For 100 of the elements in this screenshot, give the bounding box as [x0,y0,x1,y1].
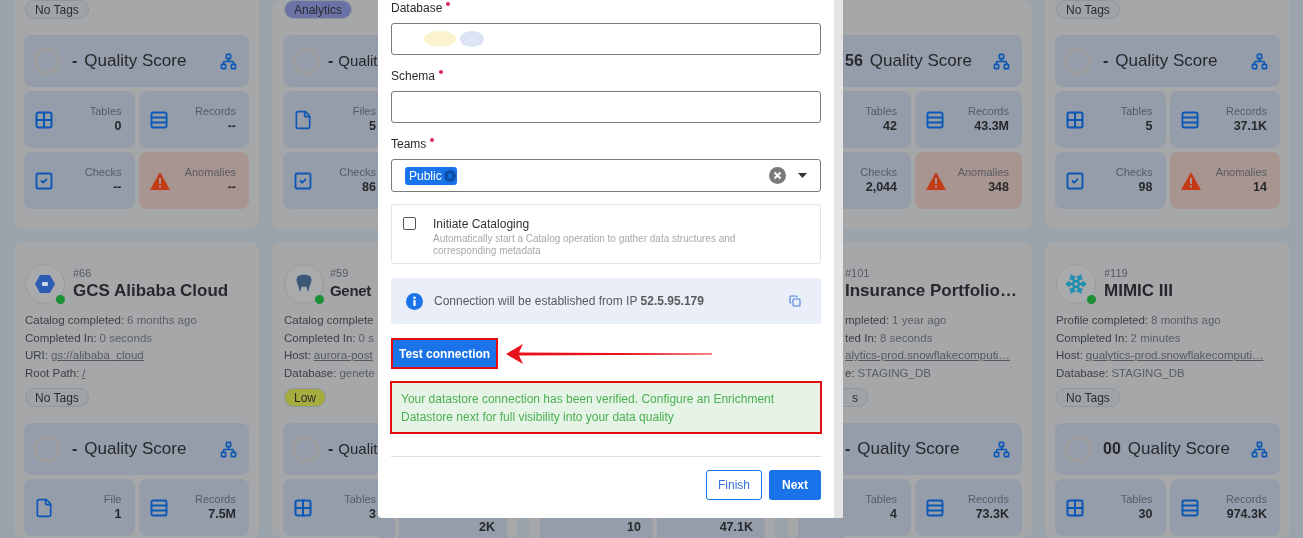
detail-label: e: [845,365,855,381]
stat-label: Files [352,104,376,118]
detail-link[interactable]: alytics-prod.snowflakecomputi… [845,347,1010,365]
stat-label: Anomalies [1215,165,1267,179]
score-value: - [328,439,334,459]
field-label: Teams [391,136,427,153]
datastore-title: Insurance Portfolio… [845,279,1017,302]
score-value: - [72,51,78,71]
field-label: Schema [391,68,436,85]
score-value: 00 [1103,439,1121,459]
stat-value: 3 [369,506,376,523]
rows-icon [1179,497,1200,518]
table-icon [1065,497,1085,518]
tag: No Tags [25,0,89,19]
copy-icon[interactable] [789,295,801,307]
team-chip[interactable]: Public [405,166,457,185]
stat-value: 0 [114,118,122,135]
stat-label: Anomalies [957,165,1009,179]
hierarchy-icon [993,440,1010,458]
table-icon [1065,109,1085,130]
stat-label: Records [968,104,1009,118]
checkbox[interactable] [403,217,416,230]
rows-icon [925,497,945,518]
detail-label: Profile completed: [1056,313,1149,329]
stat-label: Checks [860,165,897,179]
text-field[interactable] [391,91,821,123]
detail-label: Host: [284,348,311,364]
stat-label: Records [195,492,236,506]
test-connection-button[interactable]: Test connection [391,338,499,369]
stat-label: Records [195,104,236,118]
datastore-id: #101 [845,266,871,280]
detail-link[interactable]: / [82,364,86,382]
stat-value: 2,044 [865,179,897,196]
detail-label: URI: [25,348,48,364]
detail-label: mpleted: [845,313,890,329]
caret-icon[interactable] [798,173,807,178]
score-value: - [72,439,78,459]
text-field[interactable] [391,23,821,55]
score-value: 56 [845,51,863,71]
option-title: Initiate Cataloging [433,216,531,232]
detail-value: 0 s [358,330,374,346]
warning-icon [925,170,947,191]
datastore-id: #119 [1104,266,1129,280]
detail-value: 2 minutes [1130,330,1181,346]
stat-value: 37.1K [1233,118,1267,135]
stat-value: 4 [890,506,897,523]
info-icon [406,292,423,310]
stat-value: 47.1K [719,519,753,536]
score-label: Quality Score [84,438,187,461]
hierarchy-icon [220,440,237,458]
scrollbar[interactable] [834,0,843,518]
score-label: Quality Score [84,50,187,73]
stat-value: 10 [627,519,641,536]
tag: No Tags [1056,0,1120,19]
stat-value: 43.3M [974,118,1009,135]
teams-select[interactable]: Public [391,159,821,192]
next-button[interactable]: Next [769,470,821,500]
detail-link[interactable]: gs://alibaba_cloud [51,347,144,365]
info-text: Connection will be established from IP 52.5.95.179 [434,293,704,310]
score-value: - [328,51,334,71]
stat-value: 14 [1253,179,1267,196]
detail-label: Host: [1056,348,1083,364]
detail-value: 1 year ago [892,313,947,329]
datastore-id: #66 [73,266,93,280]
datastore-id: #59 [330,266,350,280]
stat-label: Records [968,492,1009,506]
stat-label: Checks [339,165,376,179]
stat-value: 7.5M [208,506,236,523]
success-message: Your datastore connection has been verified. Configure an Enrichment Datastore next for full visibility into your data quality [390,381,822,434]
option-description: Automatically start a Catalog operation to gather data structures and corresponding metadata [433,233,737,257]
checkbox-icon [1065,170,1085,191]
datastore-title: Genet [330,280,371,301]
stat-value: 348 [988,179,1009,196]
stat-value: 73.3K [975,506,1009,523]
rows-icon [148,497,169,518]
detail-link[interactable]: aurora-post [313,347,373,365]
stat-value: 5 [369,118,376,135]
detail-link[interactable]: qualytics-prod.snowflakecomputi… [1085,347,1264,365]
detail-value: 8 months ago [1151,313,1221,329]
hierarchy-icon [1251,440,1268,458]
score-label: Qualit [338,438,378,459]
tag: No Tags [25,388,89,407]
stat-value: 1 [114,506,122,523]
detail-label: Root Path: [25,365,80,381]
warning-icon [1179,170,1202,191]
checkbox-icon [293,170,313,191]
stat-value: -- [113,179,122,196]
stat-label: Records [1226,104,1267,118]
stat-value: 98 [1138,179,1153,196]
rows-icon [925,109,945,130]
stat-label: Tables [1120,492,1153,506]
detail-label: Catalog completed: [25,313,125,329]
clear-icon[interactable] [769,167,786,184]
table-icon [293,497,313,518]
detail-value: STAGING_DB [857,365,931,381]
hexagon-icon [35,275,55,293]
stat-label: Tables [1120,104,1153,118]
tag: Analytics [284,0,353,19]
score-label: Quality Score [869,50,972,73]
finish-button[interactable]: Finish [705,470,762,500]
